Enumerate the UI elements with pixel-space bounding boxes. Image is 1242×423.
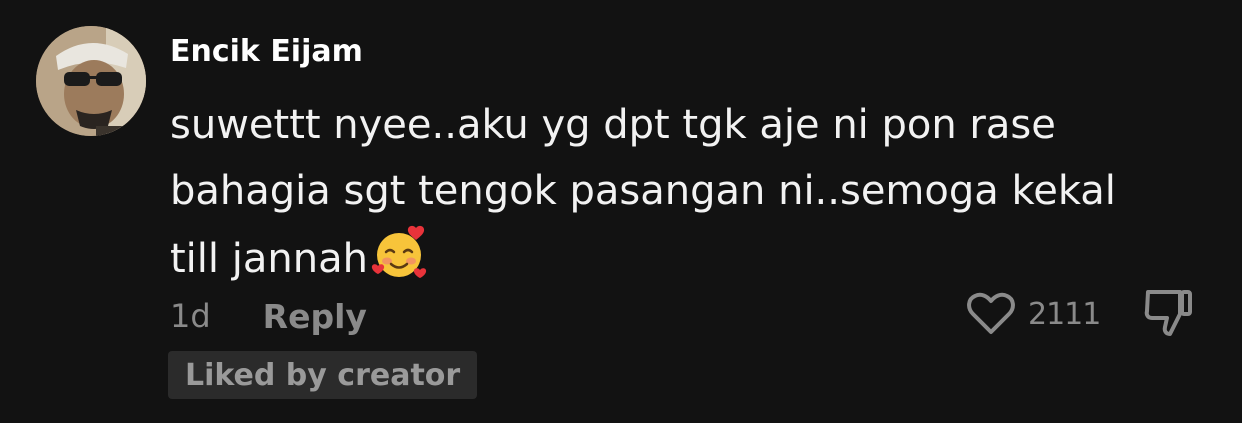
comment-item: Encik Eijam suwettt nyee..aku yg dpt tgk… [0, 0, 1242, 423]
dislike-button[interactable] [1140, 288, 1196, 338]
avatar-photo [36, 26, 146, 136]
liked-by-creator-badge: Liked by creator [168, 351, 478, 399]
comment-text-line: suwettt nyee..aku yg dpt tgk aje ni pon … [170, 102, 1056, 148]
comment-text: suwettt nyee..aku yg dpt tgk aje ni pon … [170, 92, 1180, 302]
heart-outline-icon [967, 292, 1015, 334]
comment-meta: 1d Reply [170, 294, 367, 338]
comment-text-fragment: till jannah [170, 236, 368, 282]
smiling-face-with-hearts-icon [370, 224, 428, 302]
reply-button[interactable]: Reply [263, 297, 367, 336]
like-count: 2111 [1028, 296, 1101, 332]
username[interactable]: Encik Eijam [170, 34, 363, 69]
avatar[interactable] [36, 26, 146, 136]
like-button[interactable]: 2111 [966, 290, 1101, 338]
thumbs-down-outline-icon [1144, 290, 1192, 336]
comment-time: 1d [170, 297, 211, 335]
comment-text-line: bahagia sgt tengok pasangan ni..semoga k… [170, 168, 1116, 214]
